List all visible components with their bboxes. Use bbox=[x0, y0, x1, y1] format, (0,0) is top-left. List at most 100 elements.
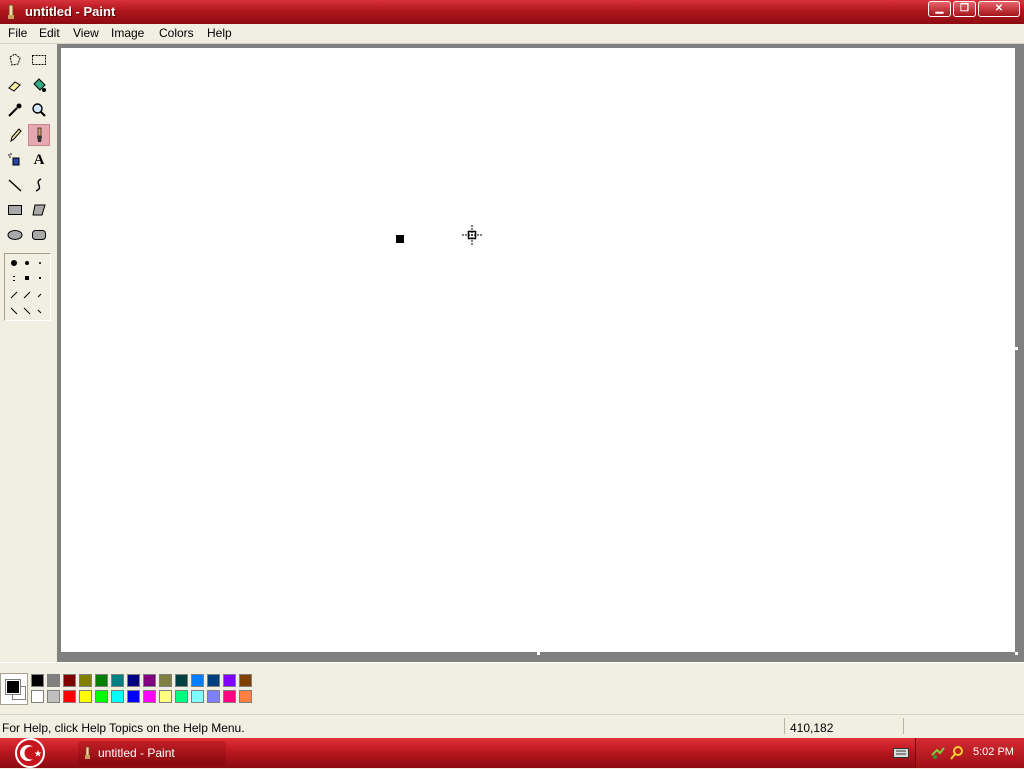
palette-swatch[interactable] bbox=[207, 690, 220, 703]
taskbar: untitled - Paint 5:02 PM bbox=[0, 738, 1024, 768]
current-colors[interactable] bbox=[0, 673, 28, 705]
palette-swatch[interactable] bbox=[207, 674, 220, 687]
ellipse-tool[interactable] bbox=[4, 224, 26, 246]
foreground-color bbox=[5, 679, 21, 695]
airbrush-icon bbox=[8, 153, 20, 166]
palette-swatch[interactable] bbox=[191, 674, 204, 687]
palette-swatch[interactable] bbox=[175, 690, 188, 703]
line-tool[interactable] bbox=[4, 174, 26, 196]
painted-dot bbox=[396, 235, 404, 243]
menu-help[interactable]: Help bbox=[207, 26, 232, 40]
resize-handle-corner[interactable] bbox=[1015, 652, 1018, 655]
title-bar: untitled - Paint ▁ ❐ ✕ bbox=[0, 0, 1024, 24]
rectangle-tool[interactable] bbox=[4, 199, 26, 221]
color-picker-tool[interactable] bbox=[4, 99, 26, 121]
palette-swatch[interactable] bbox=[47, 690, 60, 703]
resize-handle-bottom[interactable] bbox=[537, 652, 540, 655]
paint-app-icon bbox=[8, 4, 14, 19]
polygon-tool[interactable] bbox=[28, 199, 50, 221]
menu-colors[interactable]: Colors bbox=[159, 26, 194, 40]
free-select-tool[interactable] bbox=[4, 49, 26, 71]
palette-swatch[interactable] bbox=[127, 674, 140, 687]
clock: 5:02 PM bbox=[973, 746, 1014, 758]
palette-swatch[interactable] bbox=[47, 674, 60, 687]
palette-swatch[interactable] bbox=[127, 690, 140, 703]
status-separator bbox=[903, 718, 904, 734]
palette-swatch[interactable] bbox=[111, 690, 124, 703]
text-tool[interactable]: A bbox=[28, 149, 50, 171]
status-bar: For Help, click Help Topics on the Help … bbox=[0, 714, 1024, 737]
network-icon[interactable] bbox=[930, 745, 946, 761]
palette-swatch[interactable] bbox=[79, 674, 92, 687]
brush-options bbox=[4, 253, 51, 321]
palette-swatch[interactable] bbox=[143, 690, 156, 703]
palette-swatch[interactable] bbox=[31, 690, 44, 703]
eraser-tool[interactable] bbox=[4, 74, 26, 96]
cursor-coordinates: 410,182 bbox=[790, 721, 834, 735]
restore-button[interactable]: ❐ bbox=[953, 1, 976, 17]
search-icon[interactable] bbox=[949, 745, 965, 761]
minimize-button[interactable]: ▁ bbox=[928, 1, 951, 17]
palette-swatch[interactable] bbox=[239, 690, 252, 703]
menu-image[interactable]: Image bbox=[111, 26, 144, 40]
polygon-icon bbox=[32, 204, 46, 216]
resize-handle-right[interactable] bbox=[1015, 347, 1018, 350]
paint-app-icon bbox=[85, 746, 90, 759]
status-help-text: For Help, click Help Topics on the Help … bbox=[2, 721, 245, 735]
palette-swatch[interactable] bbox=[95, 674, 108, 687]
palette-swatch[interactable] bbox=[79, 690, 92, 703]
palette-swatch[interactable] bbox=[239, 674, 252, 687]
rounded-rect-icon bbox=[32, 230, 46, 240]
line-icon bbox=[8, 179, 22, 192]
curve-icon bbox=[35, 178, 42, 192]
rectangle-icon bbox=[8, 205, 22, 215]
crosshair-cursor-icon bbox=[462, 225, 482, 245]
palette-swatch[interactable] bbox=[143, 674, 156, 687]
pencil-icon bbox=[10, 128, 22, 143]
menu-file[interactable]: File bbox=[8, 26, 27, 40]
text-icon: A bbox=[33, 151, 45, 168]
rounded-rect-tool[interactable] bbox=[28, 224, 50, 246]
fill-bucket-icon bbox=[33, 78, 46, 92]
taskbar-item-paint[interactable]: untitled - Paint bbox=[78, 741, 226, 765]
palette-swatch[interactable] bbox=[159, 690, 172, 703]
status-separator bbox=[784, 718, 785, 734]
brush-icon bbox=[37, 127, 42, 142]
palette-swatch[interactable] bbox=[191, 690, 204, 703]
keyboard-icon[interactable] bbox=[893, 748, 909, 758]
taskbar-item-label: untitled - Paint bbox=[98, 746, 175, 760]
window-title: untitled - Paint bbox=[25, 4, 116, 19]
palette-swatch[interactable] bbox=[63, 674, 76, 687]
menu-view[interactable]: View bbox=[73, 26, 99, 40]
brush-shape-options[interactable] bbox=[5, 254, 50, 320]
free-select-icon bbox=[9, 53, 21, 66]
magnifier-tool[interactable] bbox=[28, 99, 50, 121]
drawing-canvas[interactable] bbox=[61, 48, 1015, 652]
brush-tool[interactable] bbox=[28, 124, 50, 146]
fill-tool[interactable] bbox=[28, 74, 50, 96]
color-picker-icon bbox=[8, 103, 22, 117]
palette-swatch[interactable] bbox=[95, 690, 108, 703]
palette-swatch[interactable] bbox=[31, 674, 44, 687]
eraser-icon bbox=[8, 81, 21, 92]
color-bar bbox=[0, 662, 1024, 713]
rect-select-icon bbox=[32, 55, 46, 65]
airbrush-tool[interactable] bbox=[4, 149, 26, 171]
rect-select-tool[interactable] bbox=[28, 49, 50, 71]
palette-swatch[interactable] bbox=[111, 674, 124, 687]
start-button-icon[interactable] bbox=[2, 737, 48, 769]
magnifier-icon bbox=[32, 103, 46, 117]
toolbox: A bbox=[0, 44, 56, 662]
canvas-scroll-area bbox=[57, 44, 1024, 662]
palette-swatch[interactable] bbox=[159, 674, 172, 687]
ellipse-icon bbox=[7, 230, 23, 240]
palette-swatch[interactable] bbox=[223, 674, 236, 687]
curve-tool[interactable] bbox=[28, 174, 50, 196]
palette-swatch[interactable] bbox=[63, 690, 76, 703]
palette-swatch[interactable] bbox=[223, 690, 236, 703]
menu-edit[interactable]: Edit bbox=[39, 26, 60, 40]
menu-bar: File Edit View Image Colors Help bbox=[0, 24, 1024, 44]
pencil-tool[interactable] bbox=[4, 124, 26, 146]
palette-swatch[interactable] bbox=[175, 674, 188, 687]
close-button[interactable]: ✕ bbox=[978, 1, 1020, 17]
